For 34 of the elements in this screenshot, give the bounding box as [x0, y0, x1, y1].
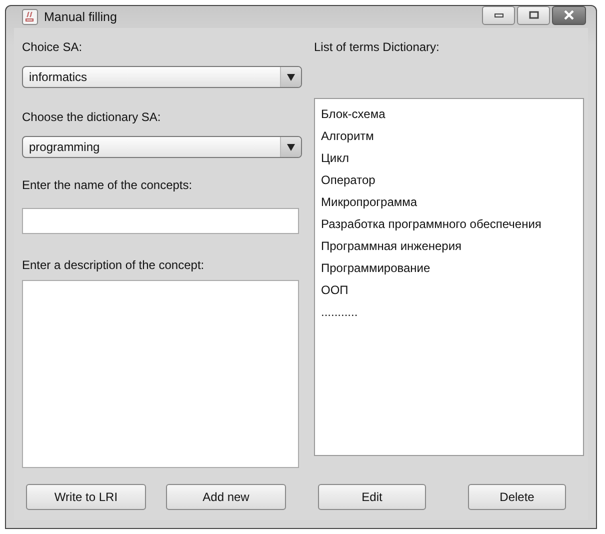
term-item[interactable]: Цикл: [321, 147, 349, 169]
terms-list-label: List of terms Dictionary:: [314, 40, 440, 54]
action-button[interactable]: Write to LRI: [26, 484, 146, 510]
description-field[interactable]: [22, 280, 299, 468]
term-item[interactable]: Блок-схема: [321, 103, 386, 125]
dictionary-dropdown[interactable]: programming: [22, 136, 302, 158]
dropdown-arrow-icon: [287, 144, 295, 150]
cup-icon: [22, 9, 38, 25]
close-button[interactable]: [552, 6, 586, 24]
term-item[interactable]: Оператор: [321, 169, 376, 191]
term-item[interactable]: Разработка программного обеспечения: [321, 213, 542, 235]
action-button[interactable]: Add new: [166, 484, 286, 510]
maximize-icon: [528, 11, 538, 19]
term-item[interactable]: Алгоритм: [321, 125, 374, 147]
terms-list[interactable]: Блок-схема Алгоритм Цикл Оператор Микропрограмма Разработка программного обеспечения Программная инженерия Программирование ООП ...........: [314, 98, 584, 456]
window-title: Manual filling: [44, 10, 117, 24]
term-item[interactable]: ООП: [321, 279, 348, 301]
action-button[interactable]: Delete: [468, 484, 566, 510]
term-item[interactable]: Программная инженерия: [321, 235, 462, 257]
concept-name-field[interactable]: [22, 208, 299, 234]
concept-name-label: Enter the name of the concepts:: [22, 178, 192, 192]
choice-sa-label: Choice SA:: [22, 40, 82, 54]
subject-area-dropdown[interactable]: informatics: [22, 66, 302, 88]
term-item[interactable]: Микропрограмма: [321, 191, 418, 213]
dictionary-label: Choose the dictionary SA:: [22, 110, 161, 124]
description-label: Enter a description of the concept:: [22, 258, 204, 272]
close-icon: [563, 10, 575, 20]
term-item[interactable]: Программирование: [321, 257, 430, 279]
minimize-button[interactable]: [482, 6, 515, 24]
dropdown-arrow-icon: [287, 74, 295, 80]
minimize-icon: [494, 12, 504, 18]
maximize-button[interactable]: [517, 6, 550, 24]
action-button[interactable]: Edit: [318, 484, 426, 510]
term-item[interactable]: ...........: [321, 301, 358, 323]
